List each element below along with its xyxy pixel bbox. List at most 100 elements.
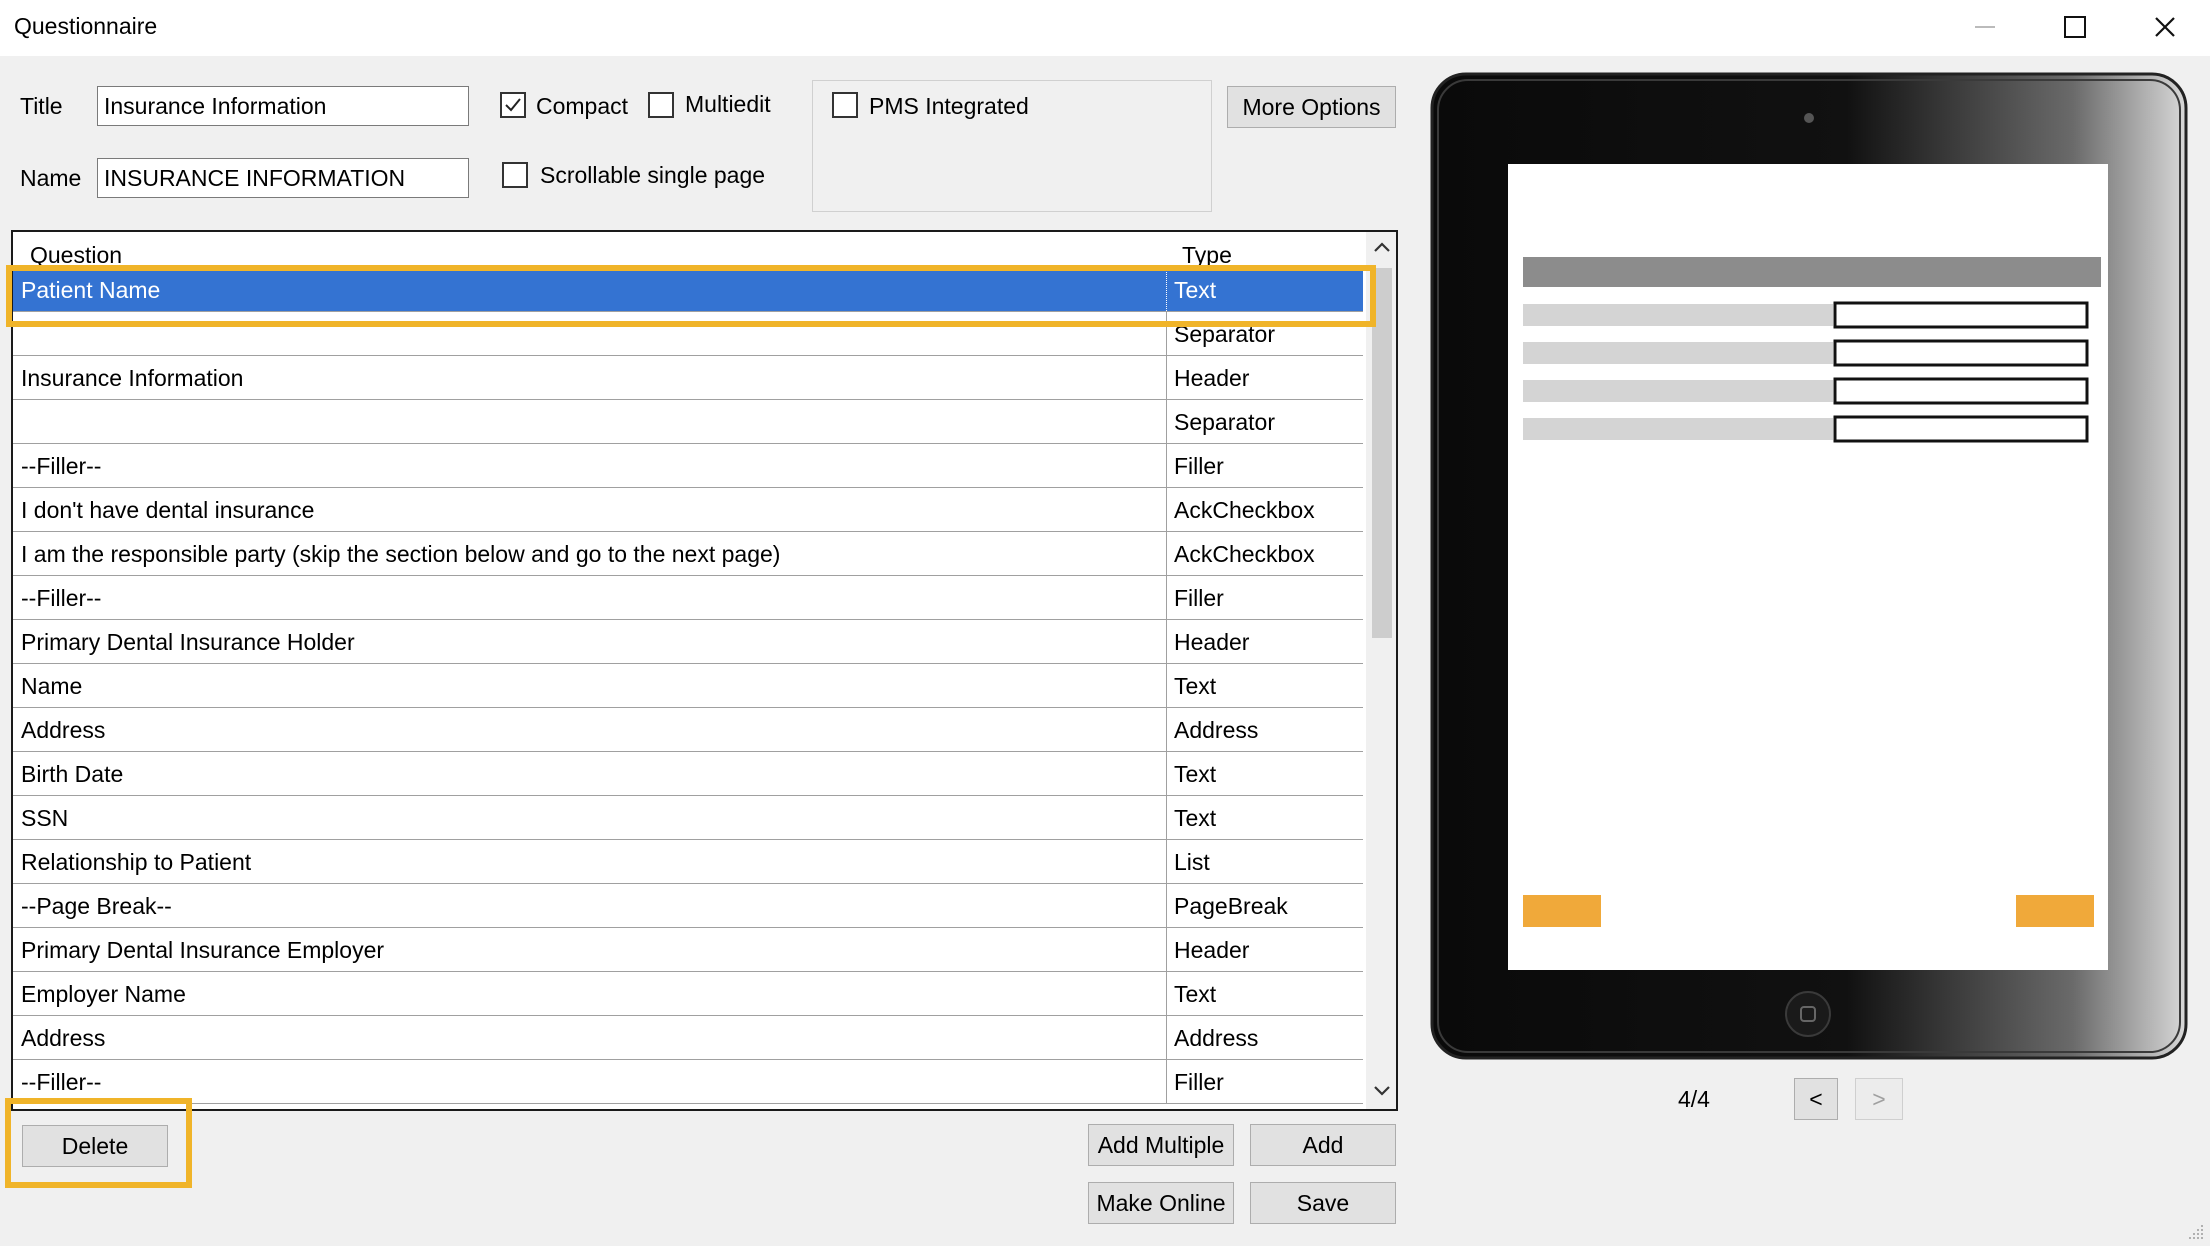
minimize-icon [1975, 26, 1995, 28]
question-cell[interactable]: Relationship to Patient [13, 840, 1167, 883]
question-cell[interactable]: I am the responsible party (skip the sec… [13, 532, 1167, 575]
type-cell[interactable]: Filler [1167, 444, 1363, 487]
checkmark-icon [505, 98, 521, 112]
preview-back-button [1523, 895, 1601, 927]
camera-icon [1804, 113, 1814, 123]
question-cell[interactable]: SSN [13, 796, 1167, 839]
add-multiple-button[interactable]: Add Multiple [1088, 1124, 1234, 1166]
question-cell[interactable]: Primary Dental Insurance Employer [13, 928, 1167, 971]
type-cell[interactable]: Text [1167, 796, 1363, 839]
name-input[interactable]: INSURANCE INFORMATION [97, 158, 469, 198]
type-cell[interactable]: Separator [1167, 400, 1363, 443]
type-cell[interactable]: Address [1167, 708, 1363, 751]
question-cell[interactable]: I don't have dental insurance [13, 488, 1167, 531]
name-label: Name [20, 165, 82, 191]
scrollable-checkbox[interactable] [502, 162, 528, 188]
add-button[interactable]: Add [1250, 1124, 1396, 1166]
table-row[interactable]: --Filler-- Filler [13, 1060, 1363, 1104]
preview-field-label [1523, 418, 1833, 440]
pms-checkbox[interactable] [832, 92, 858, 118]
multiedit-checkbox[interactable] [648, 92, 674, 118]
title-label: Title [20, 93, 63, 119]
column-header-type[interactable]: Type [1182, 232, 1232, 268]
window-title: Questionnaire [14, 13, 158, 39]
minimize-button[interactable] [1940, 0, 2030, 54]
maximize-icon [2064, 16, 2086, 38]
type-cell[interactable]: AckCheckbox [1167, 532, 1363, 575]
column-header-question[interactable]: Question [30, 232, 122, 268]
type-cell[interactable]: List [1167, 840, 1363, 883]
next-page-button[interactable]: > [1855, 1078, 1903, 1120]
type-cell[interactable]: PageBreak [1167, 884, 1363, 927]
multiedit-label: Multiedit [685, 91, 771, 117]
preview-field-input [1833, 301, 2089, 329]
table-row[interactable]: Address Address [13, 708, 1363, 752]
scroll-up-icon[interactable] [1373, 240, 1391, 254]
question-cell[interactable] [13, 400, 1167, 443]
question-cell[interactable]: --Filler-- [13, 1060, 1167, 1103]
preview-field-input [1833, 415, 2089, 443]
preview-field-label [1523, 380, 1833, 402]
page-indicator: 4/4 [1678, 1086, 1710, 1112]
compact-checkbox[interactable] [500, 92, 526, 118]
table-row[interactable]: Employer Name Text [13, 972, 1363, 1016]
vertical-scrollbar[interactable] [1366, 232, 1396, 1109]
type-cell[interactable]: Text [1167, 972, 1363, 1015]
maximize-button[interactable] [2030, 0, 2120, 54]
title-input[interactable]: Insurance Information [97, 86, 469, 126]
question-cell[interactable]: --Filler-- [13, 444, 1167, 487]
grid-header: Question Type [13, 232, 1363, 268]
pms-label: PMS Integrated [869, 93, 1029, 119]
table-row[interactable]: Address Address [13, 1016, 1363, 1060]
tablet-preview [1430, 72, 2188, 1060]
preview-field-input [1833, 339, 2089, 367]
table-row[interactable]: Insurance Information Header [13, 356, 1363, 400]
question-cell[interactable]: --Page Break-- [13, 884, 1167, 927]
scroll-down-icon[interactable] [1373, 1084, 1391, 1098]
type-cell[interactable]: Filler [1167, 576, 1363, 619]
question-cell[interactable]: Name [13, 664, 1167, 707]
compact-label: Compact [536, 93, 629, 119]
close-button[interactable] [2120, 0, 2210, 54]
question-cell[interactable]: Address [13, 1016, 1167, 1059]
more-options-button[interactable]: More Options [1227, 86, 1396, 128]
resize-grip-icon[interactable] [2186, 1222, 2206, 1242]
type-cell[interactable]: Text [1167, 752, 1363, 795]
table-row[interactable]: Birth Date Text [13, 752, 1363, 796]
type-cell[interactable]: Header [1167, 356, 1363, 399]
table-row[interactable]: Separator [13, 400, 1363, 444]
question-cell[interactable]: Insurance Information [13, 356, 1167, 399]
close-icon [2155, 17, 2175, 37]
table-row[interactable]: Primary Dental Insurance Employer Header [13, 928, 1363, 972]
type-cell[interactable]: Header [1167, 928, 1363, 971]
type-cell[interactable]: Header [1167, 620, 1363, 663]
preview-field-label [1523, 304, 1833, 326]
table-row[interactable]: I don't have dental insurance AckCheckbox [13, 488, 1363, 532]
questions-grid[interactable]: Question Type Patient Name Text Separator I… [11, 230, 1398, 1111]
type-cell[interactable]: Text [1167, 664, 1363, 707]
table-row[interactable]: Primary Dental Insurance Holder Header [13, 620, 1363, 664]
type-cell[interactable]: Address [1167, 1016, 1363, 1059]
type-cell[interactable]: AckCheckbox [1167, 488, 1363, 531]
table-row[interactable]: --Filler-- Filler [13, 576, 1363, 620]
delete-highlight [5, 1098, 192, 1188]
table-row[interactable]: I am the responsible party (skip the sec… [13, 532, 1363, 576]
table-row[interactable]: Relationship to Patient List [13, 840, 1363, 884]
title-bar [0, 0, 2210, 56]
question-cell[interactable]: --Filler-- [13, 576, 1167, 619]
save-button[interactable]: Save [1250, 1182, 1396, 1224]
question-cell[interactable]: Address [13, 708, 1167, 751]
table-row[interactable]: --Page Break-- PageBreak [13, 884, 1363, 928]
question-cell[interactable]: Primary Dental Insurance Holder [13, 620, 1167, 663]
table-row[interactable]: --Filler-- Filler [13, 444, 1363, 488]
preview-field-input [1833, 377, 2089, 405]
question-cell[interactable]: Birth Date [13, 752, 1167, 795]
table-row[interactable]: Name Text [13, 664, 1363, 708]
prev-page-button[interactable]: < [1794, 1078, 1838, 1120]
make-online-button[interactable]: Make Online [1088, 1182, 1234, 1224]
preview-next-button [2016, 895, 2094, 927]
type-cell[interactable]: Filler [1167, 1060, 1363, 1103]
preview-field-label [1523, 342, 1833, 364]
table-row[interactable]: SSN Text [13, 796, 1363, 840]
question-cell[interactable]: Employer Name [13, 972, 1167, 1015]
